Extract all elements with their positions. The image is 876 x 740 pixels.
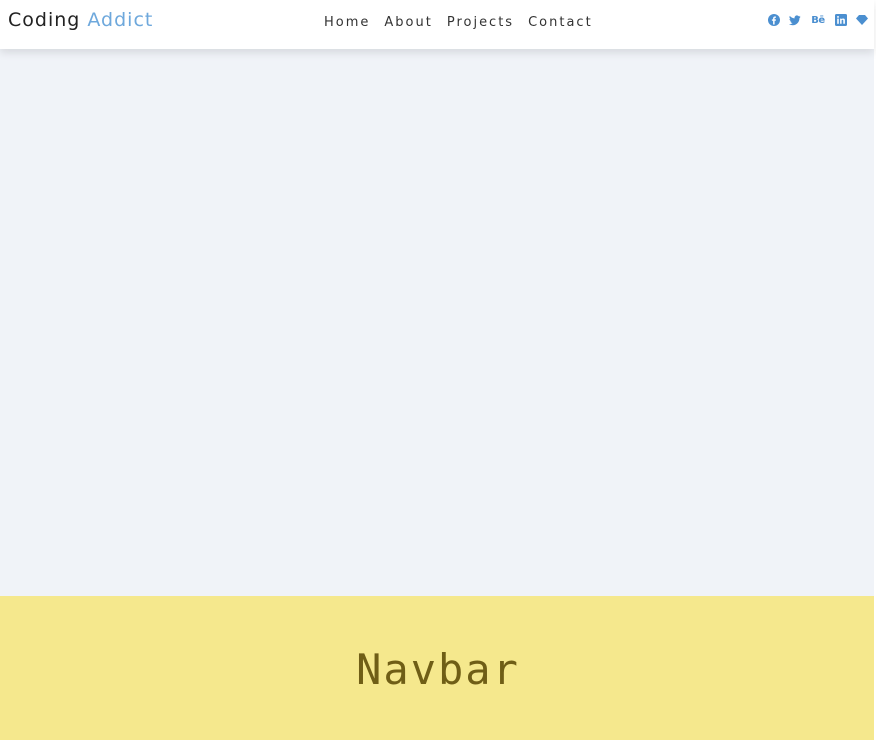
twitter-icon[interactable] (789, 14, 801, 26)
sketch-icon[interactable] (856, 14, 868, 26)
facebook-icon[interactable] (768, 14, 780, 26)
social-links: Bē (768, 14, 868, 26)
linkedin-icon[interactable] (835, 14, 847, 26)
logo[interactable]: Coding Addict (8, 9, 153, 31)
behance-icon[interactable]: Bē (810, 14, 826, 26)
nav-link-about[interactable]: About (384, 15, 432, 30)
nav-link-contact[interactable]: Contact (528, 15, 593, 30)
nav-links: Home About Projects Contact (324, 15, 593, 30)
nav-link-home[interactable]: Home (324, 15, 370, 30)
hero-title: Navbar (356, 645, 520, 694)
navbar: Coding Addict Home About Projects Contac… (0, 0, 874, 49)
logo-accent: Addict (87, 9, 154, 31)
logo-primary: Coding (8, 9, 81, 31)
nav-link-projects[interactable]: Projects (447, 15, 514, 30)
